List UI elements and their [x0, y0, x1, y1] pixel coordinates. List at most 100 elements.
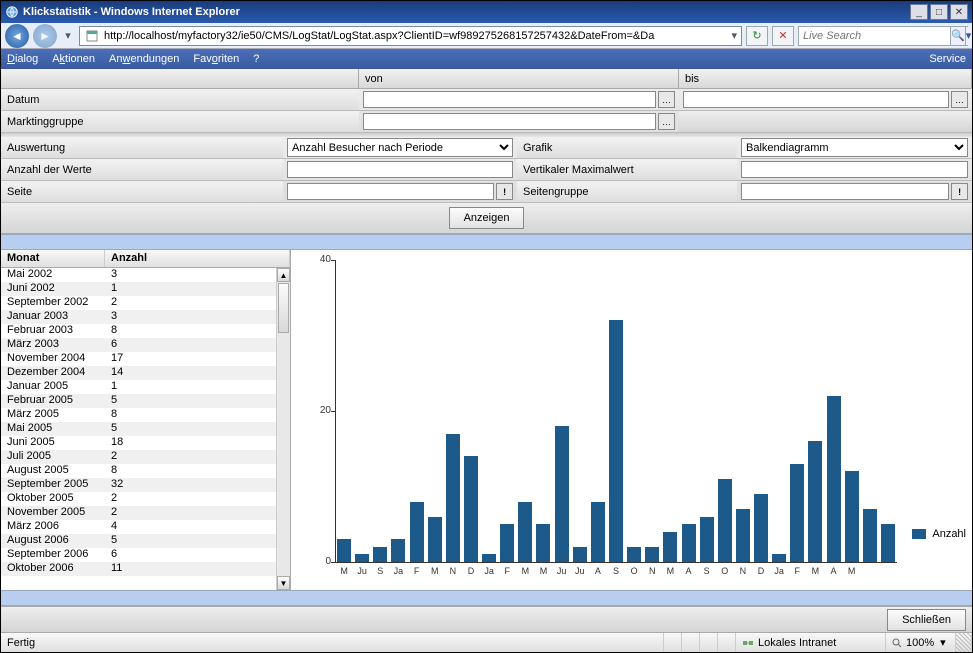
scroll-down[interactable]: ▼ — [277, 576, 290, 590]
maximize-button[interactable]: □ — [930, 4, 948, 20]
address-bar[interactable]: ▾ — [79, 26, 742, 46]
table-row[interactable]: September 20066 — [1, 548, 276, 562]
menu-aktionen[interactable]: Aktionen — [52, 53, 95, 65]
chart-bar — [663, 532, 677, 562]
table-row[interactable]: Januar 20051 — [1, 380, 276, 394]
cell-monat: Juni 2002 — [1, 282, 105, 296]
chart-bar — [355, 554, 369, 562]
forward-button[interactable]: ► — [33, 24, 57, 48]
url-input[interactable] — [104, 30, 727, 42]
menu-dialog[interactable]: Dialog — [7, 53, 38, 65]
table-row[interactable]: September 20022 — [1, 296, 276, 310]
cell-monat: August 2006 — [1, 534, 105, 548]
select-grafik[interactable]: Balkendiagramm — [741, 138, 968, 157]
table-row[interactable]: September 200532 — [1, 478, 276, 492]
picker-seite[interactable]: ! — [496, 183, 513, 200]
table-row[interactable]: August 20065 — [1, 534, 276, 548]
cell-anzahl: 5 — [105, 394, 276, 408]
chart-bar — [373, 547, 387, 562]
table-row[interactable]: März 20036 — [1, 338, 276, 352]
cell-anzahl: 1 — [105, 380, 276, 394]
picker-datum-von[interactable]: … — [658, 91, 675, 108]
input-datum-von[interactable] — [363, 91, 656, 108]
scroll-thumb[interactable] — [278, 283, 289, 333]
cell-monat: Dezember 2004 — [1, 366, 105, 380]
minimize-button[interactable]: _ — [910, 4, 928, 20]
picker-marketinggruppe[interactable]: … — [658, 113, 675, 130]
cell-monat: Oktober 2006 — [1, 562, 105, 576]
table-row[interactable]: März 20058 — [1, 408, 276, 422]
cell-anzahl: 2 — [105, 492, 276, 506]
table-row[interactable]: August 20058 — [1, 464, 276, 478]
x-tick-label: D — [468, 566, 475, 576]
resize-grip[interactable] — [956, 633, 972, 652]
chart-bar — [536, 524, 550, 562]
header-vonbis: von bis — [1, 69, 972, 89]
chart-bar — [591, 502, 605, 562]
table-row[interactable]: November 20052 — [1, 506, 276, 520]
cell-anzahl: 18 — [105, 436, 276, 450]
status-zoom[interactable]: 100% ▾ — [886, 633, 956, 652]
label-datum: Datum — [1, 89, 359, 110]
chart-bar — [391, 539, 405, 562]
table-row[interactable]: Mai 20055 — [1, 422, 276, 436]
input-anzahlwerte[interactable] — [287, 161, 513, 178]
back-button[interactable]: ◄ — [5, 24, 29, 48]
search-box[interactable]: 🔍 ▾ — [798, 26, 968, 46]
input-seitengruppe[interactable] — [741, 183, 949, 200]
stop-button[interactable]: ✕ — [772, 26, 794, 46]
picker-seitengruppe[interactable]: ! — [951, 183, 968, 200]
scroll-up[interactable]: ▲ — [277, 268, 290, 282]
cell-anzahl: 14 — [105, 366, 276, 380]
data-table: Monat Anzahl Mai 20023Juni 20021Septembe… — [1, 250, 291, 590]
table-row[interactable]: Juni 20021 — [1, 282, 276, 296]
search-button[interactable]: 🔍 — [950, 27, 965, 45]
label-vertmax: Vertikaler Maximalwert — [517, 159, 737, 180]
label-seitengruppe: Seitengruppe — [517, 181, 737, 202]
input-seite[interactable] — [287, 183, 494, 200]
zoom-icon — [892, 638, 902, 648]
chart-bar — [482, 554, 496, 562]
th-monat: Monat — [1, 250, 105, 267]
y-tick-label: 40 — [307, 254, 331, 265]
picker-datum-bis[interactable]: … — [951, 91, 968, 108]
table-row[interactable]: Juli 20052 — [1, 450, 276, 464]
x-tick-label: M — [431, 566, 439, 576]
cell-monat: März 2005 — [1, 408, 105, 422]
table-row[interactable]: Oktober 20052 — [1, 492, 276, 506]
menu-service[interactable]: Service — [929, 53, 966, 65]
cell-anzahl: 6 — [105, 338, 276, 352]
x-tick-label: F — [504, 566, 510, 576]
menu-anwendungen[interactable]: Anwendungen — [109, 53, 179, 65]
chart-bar — [881, 524, 895, 562]
table-row[interactable]: Februar 20038 — [1, 324, 276, 338]
cell-anzahl: 5 — [105, 422, 276, 436]
table-row[interactable]: Januar 20033 — [1, 310, 276, 324]
table-row[interactable]: November 200417 — [1, 352, 276, 366]
anzeigen-button[interactable]: Anzeigen — [449, 207, 525, 229]
refresh-button[interactable]: ↻ — [746, 26, 768, 46]
close-button[interactable]: Schließen — [887, 609, 966, 631]
table-row[interactable]: Mai 20023 — [1, 268, 276, 282]
search-input[interactable] — [799, 30, 950, 42]
cell-monat: Januar 2003 — [1, 310, 105, 324]
search-dropdown[interactable]: ▾ — [965, 27, 972, 45]
table-row[interactable]: Oktober 200611 — [1, 562, 276, 576]
chart-bar — [754, 494, 768, 562]
url-dropdown-icon[interactable]: ▾ — [731, 29, 737, 42]
table-row[interactable]: Februar 20055 — [1, 394, 276, 408]
nav-history-dropdown[interactable]: ▾ — [61, 26, 75, 46]
cell-anzahl: 17 — [105, 352, 276, 366]
table-scrollbar[interactable]: ▲ ▼ — [276, 268, 290, 590]
table-row[interactable]: Dezember 200414 — [1, 366, 276, 380]
legend-swatch — [912, 529, 926, 539]
menu-favoriten[interactable]: Favoriten — [193, 53, 239, 65]
table-row[interactable]: März 20064 — [1, 520, 276, 534]
select-auswertung[interactable]: Anzahl Besucher nach Periode — [287, 138, 513, 157]
table-row[interactable]: Juni 200518 — [1, 436, 276, 450]
close-window-button[interactable]: ✕ — [950, 4, 968, 20]
input-marketinggruppe[interactable] — [363, 113, 656, 130]
input-vertmax[interactable] — [741, 161, 968, 178]
input-datum-bis[interactable] — [683, 91, 949, 108]
menu-help[interactable]: ? — [253, 53, 259, 65]
